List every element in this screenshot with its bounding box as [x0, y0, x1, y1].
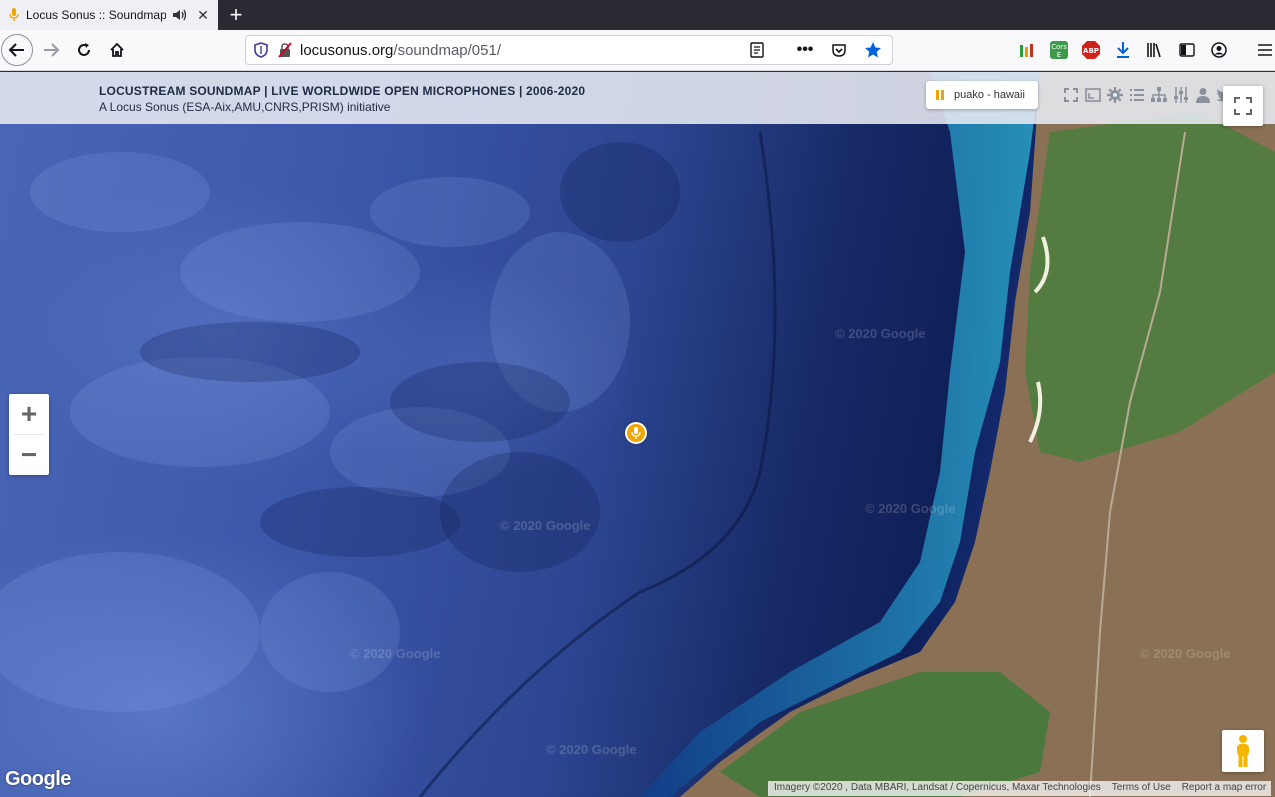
tab-title: Locus Sonus :: Soundmap	[26, 8, 166, 22]
account-icon[interactable]	[1204, 35, 1234, 65]
svg-text:ABP: ABP	[1083, 47, 1099, 55]
speaker-icon[interactable]	[172, 7, 188, 23]
pause-icon[interactable]	[936, 90, 944, 100]
user-icon[interactable]	[1194, 86, 1211, 104]
list-icon[interactable]	[1128, 86, 1145, 104]
home-button[interactable]	[102, 35, 132, 65]
zoom-control: + −	[9, 394, 49, 475]
cors-extension-icon[interactable]: Cors E	[1044, 35, 1074, 65]
map-attribution: Imagery ©2020 , Data MBARI, Landsat / Co…	[768, 781, 1272, 796]
map-fullscreen-button[interactable]	[1223, 86, 1263, 126]
url-bar-actions: •••	[742, 36, 888, 64]
map-watermark: © 2020 Google	[350, 646, 441, 661]
terms-link[interactable]: Terms of Use	[1105, 781, 1176, 796]
home-icon	[110, 42, 124, 57]
url-bar[interactable]: locusonus.org/soundmap/051/ •••	[245, 35, 893, 65]
microphone-marker[interactable]	[625, 422, 647, 444]
page-actions-icon[interactable]: •••	[790, 35, 820, 65]
url-host: locusonus.org	[300, 41, 394, 59]
toolbar-spacer	[1236, 35, 1248, 65]
map-watermark: © 2020 Google	[865, 501, 956, 516]
bookmark-star-icon[interactable]	[858, 35, 888, 65]
page-subtitle: A Locus Sonus (ESA-Aix,AMU,CNRS,PRISM) i…	[99, 100, 391, 114]
minimize-icon[interactable]	[1084, 86, 1101, 104]
fullscreen-icon[interactable]	[1062, 86, 1079, 104]
back-button[interactable]	[1, 34, 33, 66]
url-text: locusonus.org/soundmap/051/	[300, 42, 501, 59]
pegman-icon	[1237, 735, 1249, 767]
sidebar-icon[interactable]	[1172, 35, 1202, 65]
svg-text:E: E	[1057, 51, 1061, 59]
vu-meter-icon[interactable]	[1012, 35, 1042, 65]
now-playing-button[interactable]: puako - hawaii	[926, 81, 1038, 109]
insecure-lock-icon[interactable]	[278, 42, 292, 58]
reload-icon	[78, 43, 90, 56]
google-logo: Google	[5, 768, 71, 790]
mic-favicon	[8, 8, 20, 22]
reader-view-icon[interactable]	[742, 35, 772, 65]
map-watermark: © 2020 Google	[546, 742, 637, 757]
expand-icon	[1234, 97, 1252, 115]
menu-icon[interactable]	[1250, 35, 1275, 65]
tab-soundmap[interactable]: Locus Sonus :: Soundmap ✕	[0, 0, 218, 30]
page-title: LOCUSTREAM SOUNDMAP | LIVE WORLDWIDE OPE…	[99, 84, 586, 98]
mixer-icon[interactable]	[1172, 86, 1189, 104]
library-icon[interactable]	[1140, 35, 1170, 65]
adblock-plus-icon[interactable]: ABP	[1076, 35, 1106, 65]
zoom-out-button[interactable]: −	[9, 435, 49, 475]
hierarchy-icon[interactable]	[1150, 86, 1167, 104]
settings-icon[interactable]	[1106, 86, 1123, 104]
svg-text:Cors: Cors	[1051, 43, 1067, 51]
imagery-credit: Imagery ©2020 , Data MBARI, Landsat / Co…	[768, 781, 1106, 796]
report-error-link[interactable]: Report a map error	[1175, 781, 1272, 796]
new-tab-button[interactable]: +	[218, 0, 254, 30]
soundmap-header: LOCUSTREAM SOUNDMAP | LIVE WORLDWIDE OPE…	[0, 72, 1275, 124]
toolbar-extensions: Cors E ABP	[1012, 35, 1275, 65]
downloads-icon[interactable]	[1108, 35, 1138, 65]
map-watermark: © 2020 Google	[835, 326, 926, 341]
arrow-left-icon	[8, 43, 24, 57]
arrow-right-icon	[44, 43, 60, 57]
url-path: /soundmap/051/	[393, 41, 501, 59]
reload-button[interactable]	[69, 35, 99, 65]
pocket-icon[interactable]	[824, 35, 854, 65]
street-view-pegman[interactable]	[1222, 730, 1264, 772]
stream-name: puako - hawaii	[954, 89, 1025, 101]
zoom-in-button[interactable]: +	[9, 394, 49, 434]
microphone-icon	[627, 424, 645, 442]
tab-strip: Locus Sonus :: Soundmap ✕ +	[0, 0, 1275, 30]
map-watermark: © 2020 Google	[500, 518, 591, 533]
close-tab-icon[interactable]: ✕	[194, 6, 212, 24]
forward-button[interactable]	[36, 35, 66, 65]
navigation-toolbar: locusonus.org/soundmap/051/ ••• Cors E AB…	[0, 30, 1275, 71]
tracking-shield-icon[interactable]	[254, 42, 268, 58]
map-watermark: © 2020 Google	[1140, 646, 1231, 661]
